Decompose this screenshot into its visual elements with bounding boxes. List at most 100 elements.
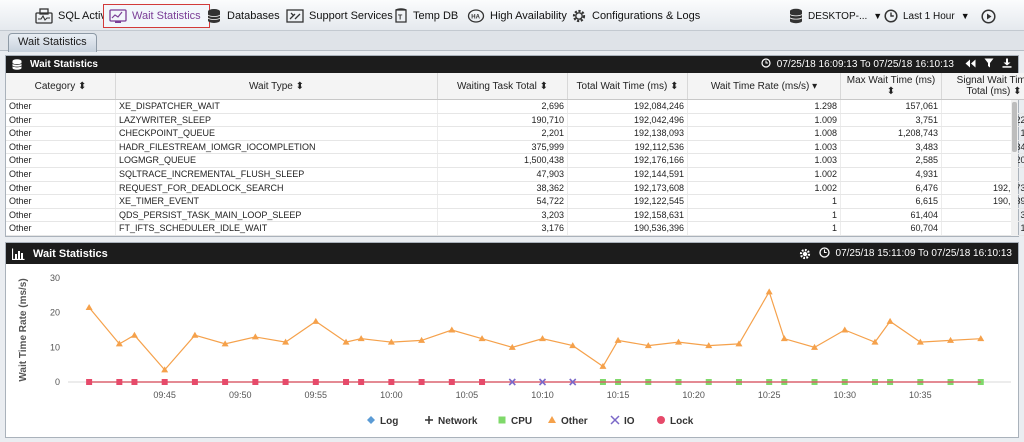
nav-temp-db[interactable]: T Temp DB xyxy=(394,5,458,27)
server-dropdown[interactable]: DESKTOP-... ▼ xyxy=(789,5,882,27)
table-cell: FT_IFTS_SCHEDULER_IDLE_WAIT xyxy=(116,222,438,235)
table-cell: Other xyxy=(6,208,116,222)
data-point-lock xyxy=(343,379,350,385)
high-availability-icon: HA xyxy=(467,9,485,23)
wait-statistics-grid-panel: Wait Statistics 07/25/18 16:09:13 To 07/… xyxy=(5,55,1024,237)
play-button[interactable] xyxy=(981,5,1001,27)
table-cell: 3,751 xyxy=(841,113,942,127)
table-cell: SQLTRACE_INCREMENTAL_FLUSH_SLEEP xyxy=(116,167,438,181)
table-cell: 192,122,545 xyxy=(568,195,688,208)
column-header[interactable]: Max Wait Time (ms) ⬍ xyxy=(841,73,942,99)
clock-icon xyxy=(884,9,898,23)
table-cell: 1.008 xyxy=(688,127,841,140)
column-header[interactable]: Wait Type ⬍ xyxy=(116,73,438,99)
table-cell: Other xyxy=(6,195,116,208)
table-row[interactable]: Other XE_TIMER_EVENT 54,722 192,122,545 1 6,6… xyxy=(6,195,1024,209)
data-point-other xyxy=(977,335,985,342)
table-cell: 1 xyxy=(688,222,841,235)
table-cell: Other xyxy=(6,140,116,154)
rewind-icon[interactable] xyxy=(965,59,976,71)
grid-panel-titlebar: Wait Statistics 07/25/18 16:09:13 To 07/… xyxy=(6,56,1018,73)
data-point-lock xyxy=(312,379,319,385)
data-point-other xyxy=(191,331,199,338)
nav-databases[interactable]: Databases xyxy=(206,5,280,27)
table-row[interactable]: Other FT_IFTS_SCHEDULER_IDLE_WAIT 3,176 190… xyxy=(6,222,1024,236)
table-cell: Other xyxy=(6,154,116,167)
nav-wait-statistics[interactable]: Wait Statistics xyxy=(103,4,210,28)
table-row[interactable]: Other SQLTRACE_INCREMENTAL_FLUSH_SLEEP 47,… xyxy=(6,167,1024,182)
table-cell: 1 xyxy=(688,208,841,222)
x-tick-label: 10:15 xyxy=(607,390,630,400)
x-tick-label: 10:00 xyxy=(380,390,403,400)
table-cell: 190,536,396 xyxy=(568,222,688,235)
table-cell: 6,476 xyxy=(841,181,942,195)
data-point-lock xyxy=(448,379,455,385)
data-point-other xyxy=(539,335,546,342)
clock-icon xyxy=(761,58,771,71)
data-point-lock xyxy=(86,379,93,385)
play-icon xyxy=(981,8,996,24)
table-row[interactable]: Other HADR_FILESTREAM_IOMGR_IOCOMPLETION 3… xyxy=(6,140,1024,155)
filter-icon[interactable] xyxy=(984,58,994,71)
column-header[interactable]: Total Wait Time (ms) ⬍ xyxy=(568,73,688,99)
data-point-other xyxy=(780,335,788,342)
y-tick-label: 10 xyxy=(50,342,60,352)
nav-support-services[interactable]: Support Services xyxy=(286,5,393,27)
table-cell: Other xyxy=(6,100,116,113)
table-row[interactable]: Other XE_DISPATCHER_WAIT 2,696 192,084,246 1… xyxy=(6,100,1024,114)
grid-scrollbar[interactable] xyxy=(1011,100,1018,236)
table-row[interactable]: Other QDS_PERSIST_TASK_MAIN_LOOP_SLEEP 3,2… xyxy=(6,208,1024,223)
clock-icon xyxy=(818,246,830,261)
column-header[interactable]: Wait Time Rate (ms/s) ▾ xyxy=(688,73,841,99)
legend-label[interactable]: CPU xyxy=(511,416,532,427)
data-point-other xyxy=(357,335,365,342)
table-cell: 3,176 xyxy=(438,222,568,235)
chart-time-range: 07/25/18 15:11:09 To 07/25/18 16:10:13 xyxy=(799,243,1012,264)
data-point-other xyxy=(312,317,320,324)
table-cell: 192,042,496 xyxy=(568,113,688,127)
table-cell: 192,084,246 xyxy=(568,100,688,113)
time-range-dropdown[interactable]: Last 1 Hour ▼ xyxy=(884,5,970,27)
bar-chart-icon xyxy=(12,248,25,260)
legend-label[interactable]: Lock xyxy=(670,416,694,427)
nav-configurations-logs[interactable]: Configurations & Logs xyxy=(571,5,700,27)
nav-label: Databases xyxy=(227,10,280,22)
table-row[interactable]: Other REQUEST_FOR_DEADLOCK_SEARCH 38,362 19… xyxy=(6,181,1024,196)
x-tick-label: 10:35 xyxy=(909,390,932,400)
table-cell: 3,483 xyxy=(841,140,942,154)
x-tick-label: 10:10 xyxy=(531,390,554,400)
scrollbar-thumb[interactable] xyxy=(1012,102,1017,152)
table-row[interactable]: Other LOGMGR_QUEUE 1,500,438 192,176,166 1.0… xyxy=(6,154,1024,168)
legend-label[interactable]: IO xyxy=(624,416,635,427)
nav-label: Support Services xyxy=(309,10,393,22)
nav-high-availability[interactable]: HA High Availability xyxy=(467,5,567,27)
column-header[interactable]: Signal Wait Time Total (ms) ⬍ xyxy=(942,73,1024,99)
tab-wait-statistics[interactable]: Wait Statistics xyxy=(8,33,97,52)
legend-label[interactable]: Log xyxy=(380,416,398,427)
table-row[interactable]: Other CHECKPOINT_QUEUE 2,201 192,138,093 1.0… xyxy=(6,127,1024,141)
y-axis-label: Wait Time Rate (ms/s) xyxy=(18,278,29,381)
data-point-lock xyxy=(161,379,168,385)
settings-gear-icon[interactable] xyxy=(799,248,811,260)
table-cell: 192,144,591 xyxy=(568,167,688,181)
data-point-other xyxy=(886,317,894,324)
grid-body: Other XE_DISPATCHER_WAIT 2,696 192,084,246 1… xyxy=(6,100,1024,236)
svg-text:T: T xyxy=(398,15,403,22)
x-tick-label: 09:45 xyxy=(153,390,176,400)
nav-label: High Availability xyxy=(490,10,567,22)
legend-marker-lock xyxy=(657,416,665,424)
table-row[interactable]: Other LAZYWRITER_SLEEP 190,710 192,042,496 1… xyxy=(6,113,1024,128)
chart-panel-title: Wait Statistics xyxy=(33,247,108,260)
data-point-other xyxy=(599,362,607,369)
wait-statistics-icon xyxy=(109,9,127,23)
grid-panel-title: Wait Statistics xyxy=(30,59,98,70)
support-services-icon xyxy=(286,9,304,23)
legend-label[interactable]: Network xyxy=(438,416,478,427)
y-tick-label: 30 xyxy=(50,273,60,283)
column-header[interactable]: Category ⬍ xyxy=(6,73,116,99)
table-cell: 2,585 xyxy=(841,154,942,167)
legend-label[interactable]: Other xyxy=(561,416,588,427)
column-header[interactable]: Waiting Task Total ⬍ xyxy=(438,73,568,99)
table-cell: Other xyxy=(6,222,116,235)
download-icon[interactable] xyxy=(1002,58,1012,71)
